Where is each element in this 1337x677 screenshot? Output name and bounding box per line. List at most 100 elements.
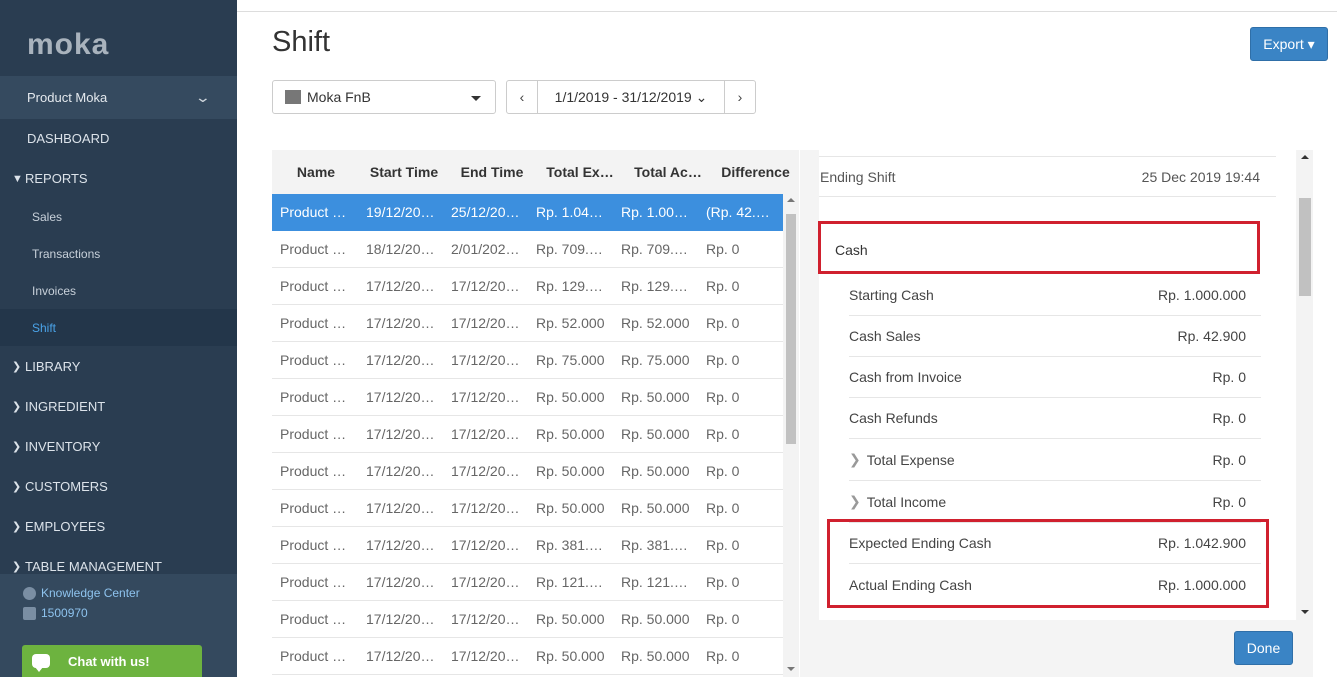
column-header-end-time[interactable]: End Time — [448, 150, 536, 194]
sidebar-item-reports[interactable]: ▼ REPORTS — [0, 160, 237, 197]
table-row[interactable]: Product … 17/12/20… 17/12/20… Rp. 381.… Rp. … — [272, 527, 783, 564]
chat-label: Chat with us! — [68, 653, 150, 669]
sidebar-item-shift[interactable]: Shift — [0, 309, 237, 346]
chat-bubble-icon — [32, 654, 50, 672]
detail-label-group: ❯ Total Income — [849, 493, 946, 510]
table-row[interactable]: Product … 17/12/20… 17/12/20… Rp. 121.… Rp. … — [272, 564, 783, 601]
prev-period-button[interactable]: ‹ — [507, 81, 538, 113]
table-row[interactable]: Product … 17/12/20… 17/12/20… Rp. 50.000 Rp.… — [272, 490, 783, 527]
table-cell: Rp. 121.… — [621, 574, 688, 590]
info-icon — [23, 586, 36, 600]
chat-button[interactable]: Chat with us! — [22, 645, 202, 677]
chevron-right-icon: ❯ — [12, 561, 22, 573]
table-cell: Rp. 381.… — [536, 537, 603, 553]
table-row[interactable]: Product … 17/12/20… 17/12/20… Rp. 50.000 Rp.… — [272, 638, 783, 675]
table-cell: Rp. 0 — [706, 389, 740, 405]
table-row[interactable]: Product … 17/12/20… 17/12/20… Rp. 50.000 Rp.… — [272, 453, 783, 490]
table-cell: 17/12/20… — [451, 648, 520, 664]
scroll-down-icon — [1301, 610, 1309, 614]
detail-row-total-income[interactable]: ❯ Total Income Rp. 0 — [849, 481, 1261, 523]
table-scrollbar[interactable] — [783, 194, 799, 677]
column-header-total-expected[interactable]: Total Ex… — [536, 150, 624, 194]
table-cell: Rp. 0 — [706, 537, 740, 553]
done-button[interactable]: Done — [1234, 631, 1293, 665]
detail-row-total-expense[interactable]: ❯ Total Expense Rp. 0 — [849, 439, 1261, 481]
table-row[interactable]: Product … 17/12/20… 17/12/20… Rp. 75.000 Rp.… — [272, 342, 783, 379]
detail-label: Total Income — [866, 493, 947, 510]
sidebar-item-library[interactable]: ❯ LIBRARY — [0, 348, 237, 385]
table-cell: 18/12/20… — [366, 241, 435, 257]
scrollbar-thumb[interactable] — [786, 214, 796, 444]
export-button[interactable]: Export ▾ — [1250, 27, 1328, 61]
table-cell: 17/12/20… — [451, 426, 520, 442]
detail-value: Rp. 42.900 — [1177, 328, 1247, 344]
sidebar-item-label: Shift — [32, 320, 57, 335]
table-cell: Rp. 50.000 — [536, 389, 605, 405]
table-row[interactable]: Product … 18/12/20… 2/01/202… Rp. 709.… Rp. … — [272, 231, 783, 268]
detail-scrollbar[interactable] — [1297, 150, 1313, 620]
table-row[interactable]: Product … 17/12/20… 17/12/20… Rp. 50.000 Rp.… — [272, 379, 783, 416]
table-row[interactable]: Product … 17/12/20… 17/12/20… Rp. 50.000 Rp.… — [272, 601, 783, 638]
chevron-right-icon: ❯ — [849, 493, 861, 509]
table-cell: Rp. 50.000 — [536, 648, 605, 664]
table-cell: 17/12/20… — [366, 278, 435, 294]
table-row[interactable]: Product … 17/12/20… 17/12/20… Rp. 129.… Rp. … — [272, 268, 783, 305]
sidebar-item-customers[interactable]: ❯ CUSTOMERS — [0, 468, 237, 505]
table-cell: 17/12/20… — [451, 611, 520, 627]
phone-link[interactable]: 1500970 — [23, 606, 88, 620]
table-header: Name Start Time End Time Total Ex… Total… — [272, 150, 799, 194]
table-cell: Product … — [280, 426, 347, 442]
table-cell: Rp. 75.000 — [536, 352, 605, 368]
sidebar-item-inventory[interactable]: ❯ INVENTORY — [0, 428, 237, 465]
detail-value: Rp. 0 — [1212, 451, 1246, 468]
table-cell: 17/12/20… — [366, 352, 435, 368]
sidebar-item-dashboard[interactable]: DASHBOARD — [0, 120, 237, 157]
next-period-button[interactable]: › — [724, 81, 755, 113]
sidebar-item-sales[interactable]: Sales — [0, 198, 237, 235]
sidebar-item-label: Sales — [32, 209, 63, 224]
table-cell: 17/12/20… — [451, 352, 520, 368]
table-cell: Rp. 129.… — [536, 278, 603, 294]
sidebar-item-label: TABLE MANAGEMENT — [25, 559, 163, 574]
table-cell: Rp. 50.000 — [621, 648, 690, 664]
knowledge-center-link[interactable]: Knowledge Center — [23, 586, 140, 600]
table-cell: Rp. 75.000 — [621, 352, 690, 368]
sidebar-item-invoices[interactable]: Invoices — [0, 272, 237, 309]
column-header-name[interactable]: Name — [272, 150, 360, 194]
table-cell: Rp. 50.000 — [536, 426, 605, 442]
table-cell: Rp. 129.… — [621, 278, 688, 294]
scrollbar-thumb[interactable] — [1299, 198, 1311, 296]
sidebar-item-transactions[interactable]: Transactions — [0, 235, 237, 272]
product-selector[interactable]: Product Moka ⌄ — [0, 76, 237, 119]
table-cell: Rp. 50.000 — [621, 463, 690, 479]
table-cell: 17/12/20… — [451, 278, 520, 294]
sidebar-item-label: INGREDIENT — [25, 399, 106, 414]
column-header-difference[interactable]: Difference — [712, 150, 799, 194]
detail-value: Rp. 0 — [1212, 493, 1246, 510]
table-cell: Rp. 709.… — [621, 241, 688, 257]
chevron-right-icon: ❯ — [12, 521, 22, 533]
table-cell: 17/12/20… — [366, 315, 435, 331]
table-cell: Rp. 381.… — [621, 537, 688, 553]
date-range-button[interactable]: 1/1/2019 - 31/12/2019 ⌄ — [538, 81, 724, 113]
ending-shift-label: Ending Shift — [820, 168, 896, 185]
column-header-total-actual[interactable]: Total Ac… — [624, 150, 712, 194]
store-icon — [285, 90, 301, 104]
table-row[interactable]: Product … 17/12/20… 17/12/20… Rp. 50.000 Rp.… — [272, 416, 783, 453]
table-row[interactable]: Product … 17/12/20… 17/12/20… Rp. 52.000 Rp.… — [272, 305, 783, 342]
detail-label-group: ❯ Total Expense — [849, 451, 955, 468]
scroll-up-icon — [787, 198, 795, 202]
table-row[interactable]: Product … 19/12/20… 25/12/20… Rp. 1.04… Rp. … — [272, 194, 783, 231]
moka-logo[interactable]: moka — [0, 0, 237, 76]
ending-shift-value: 25 Dec 2019 19:44 — [1141, 168, 1260, 185]
table-cell: Rp. 50.000 — [621, 426, 690, 442]
table-cell: Rp. 709.… — [536, 241, 603, 257]
outlet-select[interactable]: Moka FnB — [272, 80, 496, 114]
sidebar-item-employees[interactable]: ❯ EMPLOYEES — [0, 508, 237, 545]
table-cell: Rp. 1.04… — [536, 204, 603, 220]
sidebar-item-ingredient[interactable]: ❯ INGREDIENT — [0, 388, 237, 425]
column-header-start-time[interactable]: Start Time — [360, 150, 448, 194]
phone-icon — [23, 606, 36, 620]
date-range-picker: ‹ 1/1/2019 - 31/12/2019 ⌄ › — [506, 80, 756, 114]
table-cell: 17/12/20… — [451, 500, 520, 516]
